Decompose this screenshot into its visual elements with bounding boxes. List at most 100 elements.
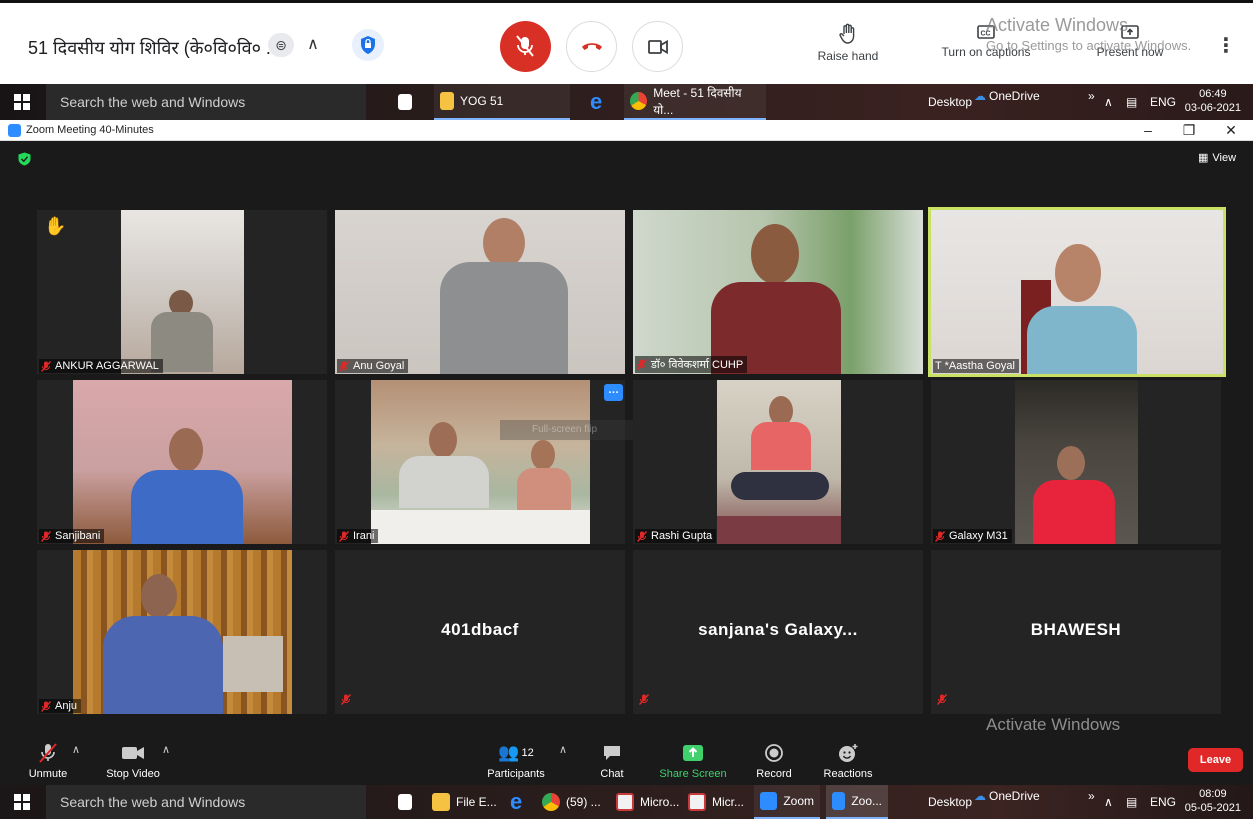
notification-icon[interactable]: ▤ [1126, 785, 1137, 819]
participant-tile-no-video[interactable]: 401dbacf [335, 550, 625, 714]
taskbar-item-label: Micro... [640, 795, 680, 809]
taskbar-item-zoom-meeting[interactable]: Zoo... [826, 785, 888, 819]
desktop-toolbar[interactable]: Desktop [928, 84, 972, 120]
participant-name: डॉ० विवेकशर्मा CUHP [651, 359, 744, 371]
reactions-smiley-icon [839, 744, 858, 762]
store-icon[interactable] [392, 785, 424, 819]
participants-chevron-icon[interactable]: ∧ [559, 743, 567, 756]
taskbar-clock[interactable]: 08:09 05-05-2021 [1185, 787, 1241, 815]
windows-start-icon[interactable] [14, 94, 30, 110]
taskbar-item-label: YOG 51 [460, 94, 504, 108]
clock-date: 03-06-2021 [1184, 102, 1241, 114]
participant-tile[interactable]: Sanjibani [37, 380, 327, 544]
participant-tile[interactable]: Anju [37, 550, 327, 714]
participant-tile-active-speaker[interactable]: T *Aastha Goyal [928, 207, 1226, 377]
participant-name-tag: Galaxy M31 [933, 529, 1012, 543]
muted-mic-icon [636, 359, 648, 370]
muted-mic-icon [340, 692, 352, 710]
encryption-shield-icon[interactable] [18, 152, 31, 166]
video-options-chevron-icon[interactable]: ∧ [162, 743, 170, 756]
taskbar-item-zoom[interactable]: Zoom [754, 785, 820, 819]
onedrive-toolbar[interactable]: ☁ OneDrive [974, 78, 1040, 114]
view-button[interactable]: ▦ View [1198, 151, 1236, 165]
audio-options-chevron-icon[interactable]: ∧ [72, 743, 80, 756]
participant-tile[interactable]: डॉ० विवेकशर्मा CUHP [633, 210, 923, 374]
taskbar-item-yog51[interactable]: YOG 51 [434, 84, 570, 120]
record-button[interactable]: Record [752, 741, 796, 780]
unmute-button[interactable]: Unmute [22, 741, 74, 780]
language-indicator[interactable]: ENG [1150, 84, 1176, 120]
taskbar-item-file-explorer[interactable]: File E... [426, 785, 503, 819]
restore-icon[interactable]: ❐ [1175, 121, 1203, 139]
participant-tile[interactable]: Irani [335, 380, 625, 544]
toolbar-overflow[interactable]: » [1088, 779, 1095, 813]
edge-icon[interactable]: e [584, 84, 608, 120]
clock-time: 06:49 [1199, 88, 1227, 100]
shield-lock-icon [361, 36, 375, 54]
notification-icon[interactable]: ▤ [1126, 84, 1137, 120]
participant-tile[interactable]: Galaxy M31 [931, 380, 1221, 544]
record-label: Record [756, 768, 792, 780]
participants-button[interactable]: 👥 12 Participants [484, 741, 548, 780]
unmute-label: Unmute [28, 768, 68, 780]
stop-video-button[interactable]: Stop Video [102, 741, 164, 780]
participant-name: Irani [353, 530, 375, 542]
participant-tile[interactable]: Anu Goyal [335, 210, 625, 374]
share-screen-button[interactable]: Share Screen [657, 741, 729, 780]
taskbar-item-label: Zoo... [851, 794, 882, 808]
language-indicator[interactable]: ENG [1150, 785, 1176, 819]
participant-name: T *Aastha Goyal [935, 360, 1015, 372]
mic-off-button[interactable] [500, 21, 551, 72]
more-options-icon[interactable]: … [604, 384, 623, 401]
chat-label: Chat [600, 768, 624, 780]
folder-icon [440, 92, 454, 110]
chrome-icon [542, 793, 560, 811]
chevron-up-icon[interactable]: ∧ [302, 33, 324, 57]
taskbar-clock[interactable]: 06:49 03-06-2021 [1185, 87, 1241, 115]
meet-toolbar: 51 दिवसीय योग शिविर (के०वि०वि० ... ⊜ ∧ R… [0, 0, 1253, 84]
attachment-icon[interactable]: ⊜ [268, 33, 294, 57]
muted-mic-icon [338, 360, 350, 372]
store-icon[interactable] [392, 84, 424, 120]
muted-mic-icon [338, 530, 350, 542]
edge-icon[interactable]: e [504, 785, 528, 819]
chat-button[interactable]: Chat [593, 741, 631, 780]
taskbar-search-input[interactable]: Search the web and Windows [46, 785, 366, 819]
share-screen-label: Share Screen [659, 768, 727, 780]
leave-call-button[interactable] [566, 21, 617, 72]
activate-windows-title: Activate Windows [986, 15, 1129, 35]
participant-tile-no-video[interactable]: BHAWESH [931, 550, 1221, 714]
participant-tile-no-video[interactable]: sanjana's Galaxy... [633, 550, 923, 714]
participant-tile[interactable]: Rashi Gupta [633, 380, 923, 544]
reactions-label: Reactions [823, 768, 873, 780]
taskbar-item-word-1[interactable]: Micro... [610, 785, 685, 819]
participant-tile[interactable]: ✋ ANKUR AGGARWAL [37, 210, 327, 374]
onedrive-toolbar[interactable]: ☁ OneDrive [974, 779, 1040, 813]
participant-video [73, 380, 292, 544]
participant-name: 401dbacf [441, 620, 519, 639]
taskbar-search-input[interactable]: Search the web and Windows [46, 84, 366, 120]
camera-button[interactable] [632, 21, 683, 72]
taskbar-item-chrome[interactable]: (59) ... [536, 785, 607, 819]
leave-meeting-button[interactable]: Leave [1188, 748, 1243, 772]
taskbar-item-word-2[interactable]: Micr... [682, 785, 750, 819]
minimize-icon[interactable]: – [1134, 121, 1162, 139]
muted-mic-icon [40, 530, 52, 542]
more-options-icon[interactable]: ⋮ [1214, 33, 1238, 59]
close-icon[interactable]: ✕ [1217, 121, 1245, 139]
show-hidden-icons[interactable]: ∧ [1104, 84, 1113, 120]
participants-icon: 👥 [498, 743, 520, 762]
participants-label: Participants [487, 768, 545, 780]
show-hidden-icons[interactable]: ∧ [1104, 785, 1113, 819]
desktop-label: Desktop [928, 95, 973, 109]
raise-hand-button[interactable]: Raise hand [808, 23, 888, 63]
host-controls-button[interactable] [352, 29, 384, 61]
windows-start-icon[interactable] [14, 794, 30, 810]
zoom-app-icon [832, 792, 846, 810]
toolbar-overflow[interactable]: » [1088, 78, 1095, 114]
taskbar-item-meet[interactable]: Meet - 51 दिवसीय यो... [624, 84, 766, 120]
reactions-button[interactable]: Reactions [819, 741, 877, 780]
chrome-icon [630, 92, 648, 110]
desktop-toolbar[interactable]: Desktop [928, 785, 972, 819]
onedrive-label: OneDrive [989, 789, 1040, 803]
